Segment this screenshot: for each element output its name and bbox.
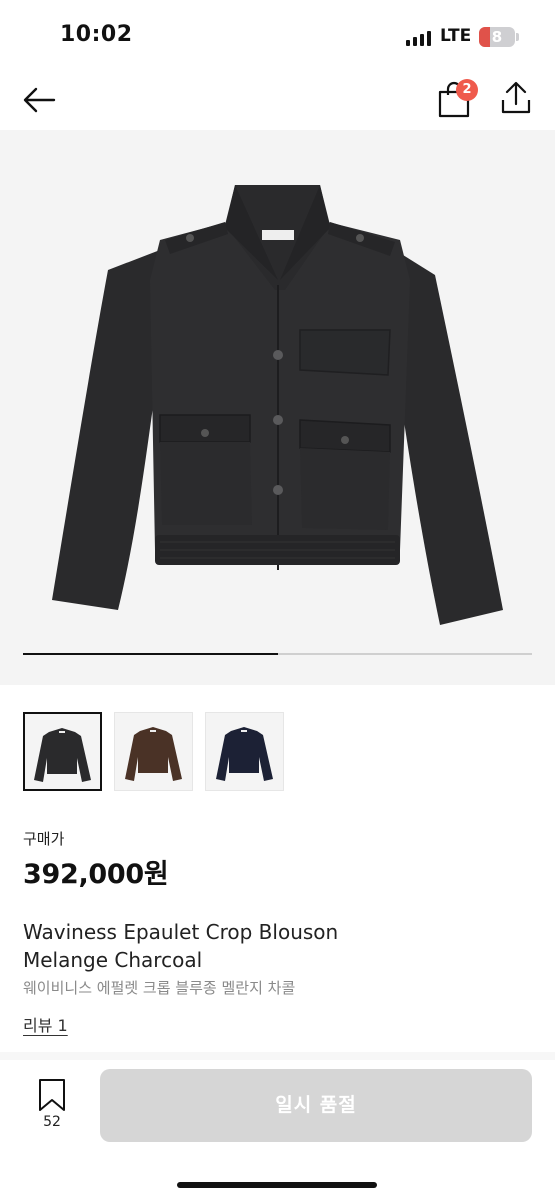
- top-nav: 2: [0, 70, 555, 130]
- price-label: 구매가: [23, 830, 65, 848]
- home-indicator: [177, 1182, 377, 1188]
- share-button[interactable]: [496, 78, 536, 118]
- bookmark-icon: [39, 1079, 65, 1111]
- product-name-en-line2: Melange Charcoal: [23, 948, 203, 972]
- thumbnail-navy[interactable]: [205, 712, 284, 791]
- section-divider: [0, 1052, 555, 1060]
- carousel-progress-fill: [23, 653, 278, 655]
- network-label: LTE: [440, 26, 472, 46]
- wish-count: 52: [43, 1114, 61, 1130]
- thumbnail-image: [125, 727, 182, 781]
- status-time: 10:02: [60, 22, 133, 47]
- product-name-en: Waviness Epaulet Crop Blouson Melange Ch…: [23, 918, 533, 974]
- thumbnail-image: [216, 727, 273, 781]
- carousel-progress-track: [23, 653, 532, 655]
- thumbnail-image: [34, 728, 91, 782]
- thumbnail-charcoal[interactable]: [23, 712, 102, 791]
- bottom-action-bar: 52 일시 품절: [0, 1060, 555, 1200]
- battery-level: 8: [491, 28, 503, 46]
- product-image: [52, 185, 503, 625]
- share-icon: [501, 81, 531, 114]
- thumbnail-brown[interactable]: [114, 712, 193, 791]
- wishlist-button[interactable]: 52: [30, 1078, 74, 1142]
- product-name-kr: 웨이비니스 에펄렛 크롭 블루종 멜란지 차콜: [23, 979, 296, 997]
- battery-tip: [516, 33, 519, 41]
- back-button[interactable]: [20, 80, 60, 120]
- product-price: 392,000원: [23, 859, 169, 890]
- status-bar: 10:02 LTE 8: [0, 0, 555, 70]
- cart-badge: 2: [456, 79, 478, 101]
- battery-icon: 8: [479, 27, 515, 47]
- sold-out-button[interactable]: 일시 품절: [100, 1069, 532, 1142]
- signal-icon: [406, 30, 432, 46]
- review-link[interactable]: 리뷰 1: [23, 1012, 68, 1036]
- arrow-left-icon: [23, 87, 56, 113]
- product-name-en-line1: Waviness Epaulet Crop Blouson: [23, 920, 339, 944]
- product-image-carousel[interactable]: [0, 130, 555, 685]
